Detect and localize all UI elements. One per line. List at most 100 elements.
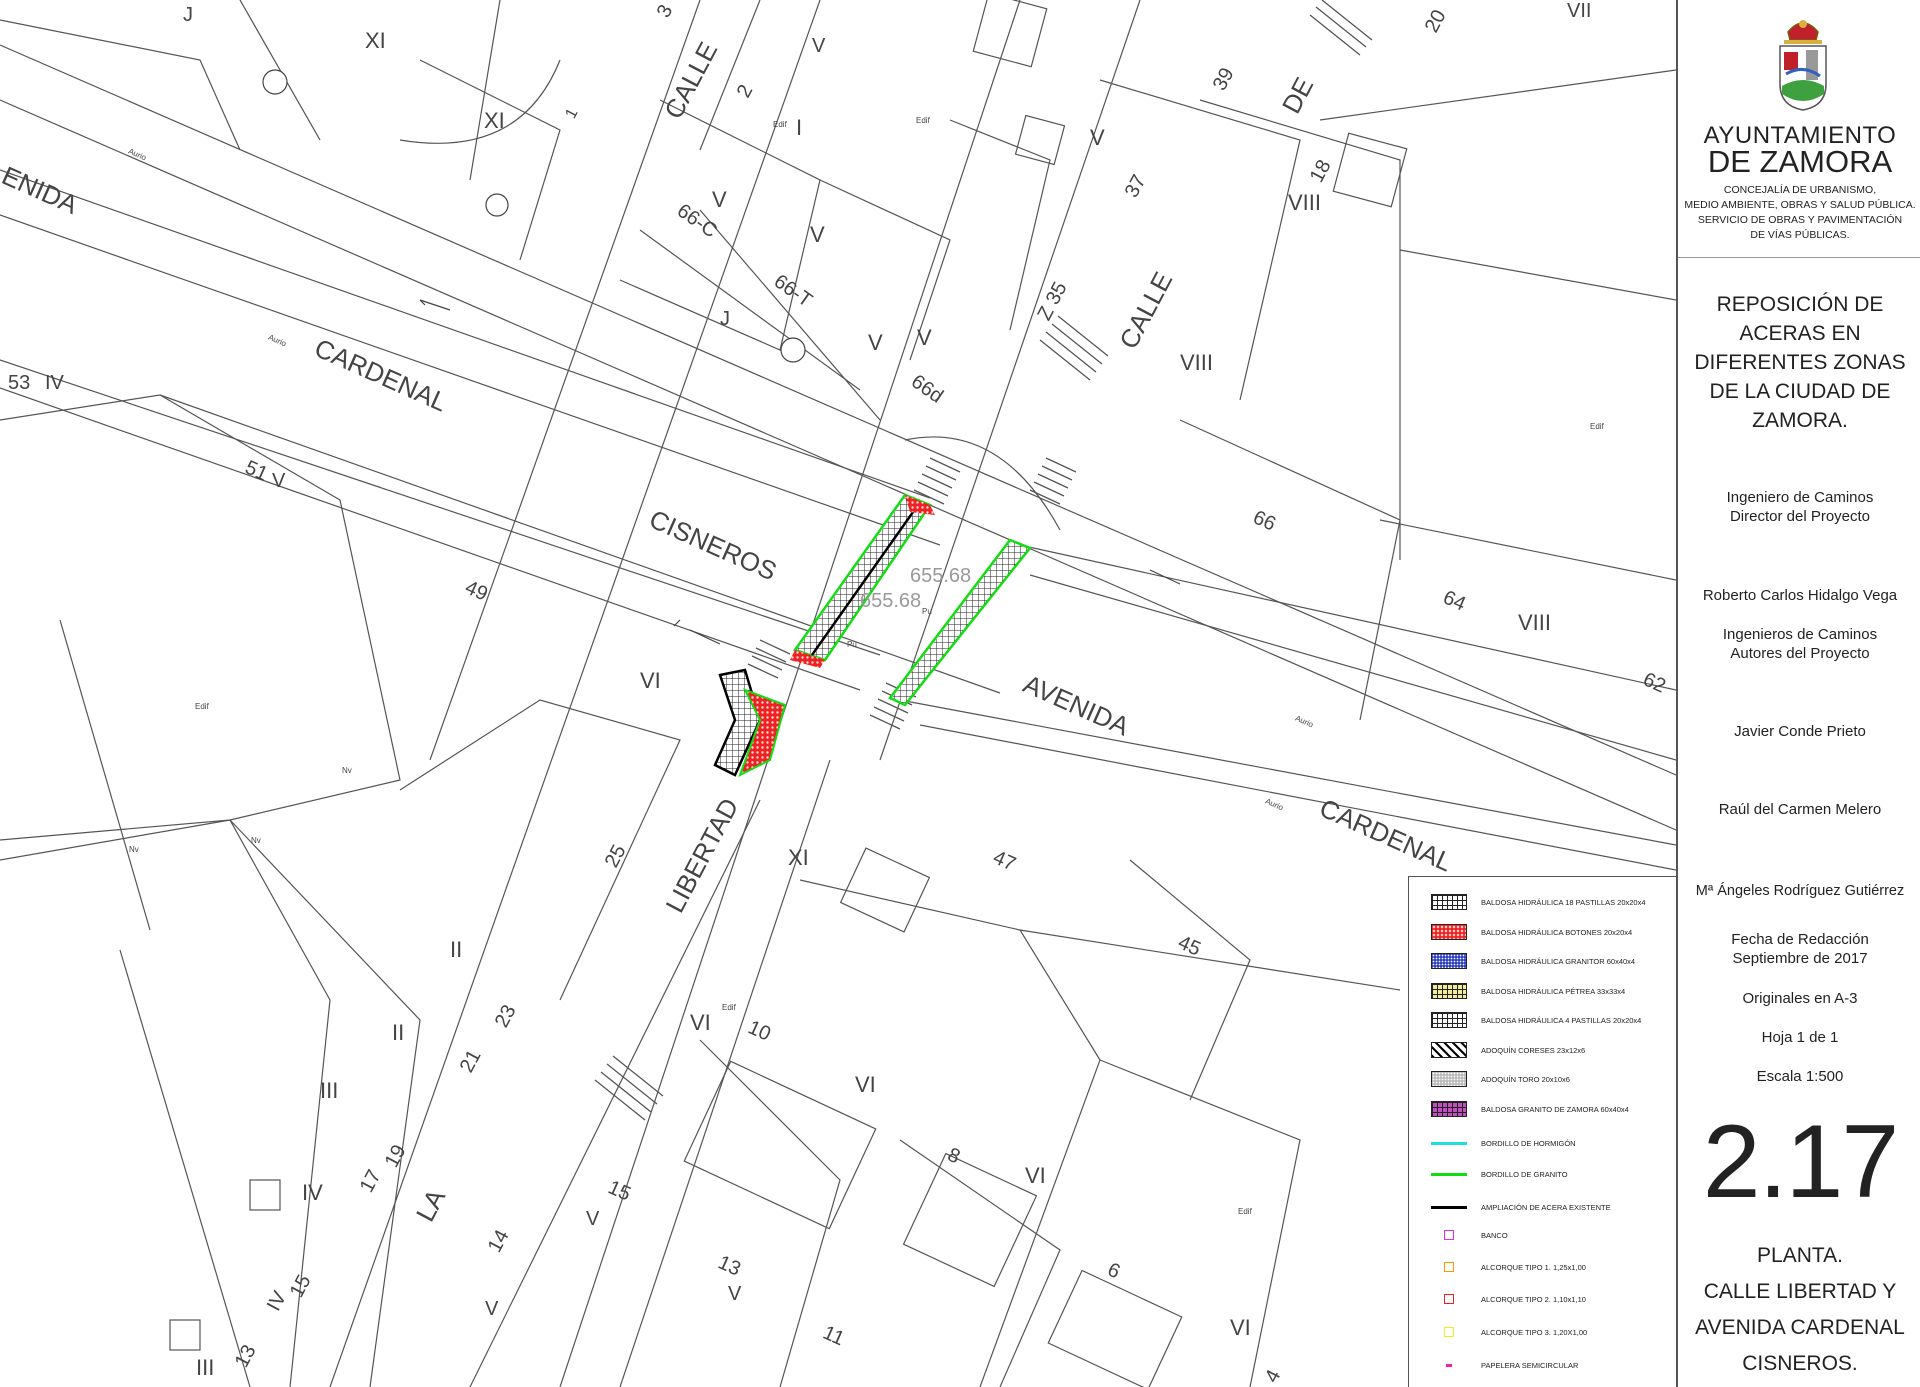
project-title-line: ACERAS EN bbox=[1739, 322, 1861, 345]
legend-dot bbox=[1446, 1363, 1452, 1367]
floors-label: V bbox=[868, 330, 883, 355]
author-name: Raúl del Carmen Melero bbox=[1718, 801, 1882, 818]
floors-label: V bbox=[272, 470, 286, 492]
legend-item: BALDOSA HIDRÁULICA 4 PASTILLAS 20x20x4 bbox=[1431, 1010, 1641, 1030]
floors-label: V bbox=[812, 35, 826, 57]
plan-title-line: CISNEROS. bbox=[1742, 1352, 1858, 1375]
floors-label: IV bbox=[302, 1180, 323, 1205]
plan-title-line: AVENIDA CARDENAL bbox=[1695, 1316, 1905, 1339]
legend-item: BORDILLO DE HORMIGÓN bbox=[1431, 1133, 1576, 1153]
project-title-line: ZAMORA. bbox=[1752, 409, 1848, 432]
legend-item: PAPELERA SEMICIRCULAR bbox=[1431, 1355, 1578, 1375]
small-label: Pu bbox=[847, 640, 857, 649]
small-label: Edif bbox=[722, 1003, 736, 1012]
legend-swatch bbox=[1431, 953, 1467, 969]
small-label: Nv bbox=[251, 836, 261, 845]
department-line: MEDIO AMBIENTE, OBRAS Y SALUD PÚBLICA. bbox=[1684, 199, 1916, 211]
department-line: SERVICIO DE OBRAS Y PAVIMENTACIÓN bbox=[1697, 214, 1903, 226]
legend-item: ALCORQUE TIPO 1. 1,25x1,00 bbox=[1431, 1257, 1586, 1277]
legend-item: BALDOSA GRANITO DE ZAMORA 60x40x4 bbox=[1431, 1099, 1629, 1119]
legend-swatch bbox=[1431, 894, 1467, 910]
floors-label: J bbox=[720, 308, 730, 330]
legend-item: BORDILLO DE GRANITO bbox=[1431, 1164, 1568, 1184]
legend-square bbox=[1444, 1262, 1454, 1272]
plan-title-line: PLANTA. bbox=[1757, 1244, 1843, 1267]
legend-item: BALDOSA HIDRÁULICA GRANITOR 60x40x4 bbox=[1431, 951, 1635, 971]
authors-role: Autores del Proyecto bbox=[1730, 645, 1870, 662]
coat-of-arms-icon bbox=[1779, 20, 1827, 111]
plan-title-line: CALLE LIBERTAD Y bbox=[1703, 1280, 1897, 1303]
legend-item: AMPLIACIÓN DE ACERA EXISTENTE bbox=[1431, 1197, 1611, 1217]
legend: BALDOSA HIDRÁULICA 18 PASTILLAS 20x20x4 B… bbox=[1408, 876, 1676, 1387]
floors-label: II bbox=[392, 1020, 405, 1045]
legend-swatch bbox=[1431, 1101, 1467, 1117]
floors-label: I bbox=[796, 115, 803, 140]
legend-swatch bbox=[1431, 1071, 1467, 1087]
legend-line bbox=[1431, 1141, 1467, 1145]
legend-label: ADOQUÍN CORESES 23x12x6 bbox=[1481, 1045, 1586, 1055]
floors-label: V bbox=[586, 1208, 600, 1230]
floors-label: V bbox=[917, 325, 932, 350]
legend-label: PAPELERA SEMICIRCULAR bbox=[1481, 1360, 1579, 1370]
legend-square bbox=[1444, 1327, 1454, 1337]
legend-square bbox=[1444, 1294, 1454, 1304]
elevation-label: 655.68 bbox=[860, 590, 922, 612]
floors-label: VIII bbox=[1518, 610, 1552, 635]
floors-label: IV bbox=[45, 372, 64, 394]
small-label: Nv bbox=[342, 766, 352, 775]
legend-item: BALDOSA HIDRÁULICA PÉTREA 33x33x4 bbox=[1431, 981, 1625, 1001]
legend-label: BALDOSA GRANITO DE ZAMORA 60x40x4 bbox=[1481, 1104, 1629, 1114]
legend-label: BORDILLO DE GRANITO bbox=[1481, 1169, 1568, 1179]
legend-label: AMPLIACIÓN DE ACERA EXISTENTE bbox=[1481, 1202, 1611, 1212]
department-line: CONCEJALÍA DE URBANISMO, bbox=[1723, 184, 1877, 196]
legend-line bbox=[1431, 1172, 1467, 1176]
floors-label: VI bbox=[855, 1072, 876, 1097]
legend-label: BALDOSA HIDRÁULICA 18 PASTILLAS 20x20x4 bbox=[1481, 897, 1646, 907]
floors-label: V bbox=[810, 222, 825, 247]
project-title-line: DIFERENTES ZONAS bbox=[1694, 351, 1906, 374]
divider bbox=[1678, 257, 1920, 258]
legend-label: BALDOSA HIDRÁULICA 4 PASTILLAS 20x20x4 bbox=[1481, 1015, 1642, 1025]
legend-label: ALCORQUE TIPO 3. 1,20X1,00 bbox=[1481, 1327, 1588, 1337]
floors-label: XI bbox=[365, 28, 386, 53]
legend-square bbox=[1444, 1230, 1454, 1240]
director-role: Ingeniero de Caminos bbox=[1726, 489, 1874, 506]
floors-label: J bbox=[183, 4, 193, 26]
author-name: Javier Conde Prieto bbox=[1734, 723, 1866, 740]
small-label: Nv bbox=[129, 845, 139, 854]
small-label: Edif bbox=[195, 702, 209, 711]
scale-label: Escala 1:500 bbox=[1756, 1068, 1844, 1085]
small-label: Edif bbox=[916, 116, 930, 125]
small-label: Pu bbox=[922, 607, 932, 616]
small-label: Edif bbox=[1238, 1207, 1252, 1216]
legend-item: ADOQUÍN TORO 20x10x6 bbox=[1431, 1069, 1570, 1089]
floors-label: XI bbox=[484, 108, 505, 133]
floors-label: VI bbox=[1230, 1315, 1251, 1340]
legend-item: ALCORQUE TIPO 3. 1,20X1,00 bbox=[1431, 1322, 1587, 1342]
org-name-line2: DE ZAMORA bbox=[1707, 144, 1893, 179]
legend-label: ALCORQUE TIPO 1. 1,25x1,00 bbox=[1481, 1262, 1586, 1272]
sheet-number: Hoja 1 de 1 bbox=[1761, 1029, 1839, 1046]
legend-label: ADOQUÍN TORO 20x10x6 bbox=[1481, 1074, 1570, 1084]
floors-label: VII bbox=[1567, 0, 1592, 22]
floors-label: VI bbox=[640, 668, 661, 693]
floors-label: V bbox=[728, 1283, 742, 1305]
floors-label: VIII bbox=[1180, 350, 1214, 375]
legend-item: BANCO bbox=[1431, 1225, 1508, 1245]
legend-swatch bbox=[1431, 1012, 1467, 1028]
cadastral-map: CARDENAL CISNEROS AVENIDA CARDENAL LIBER… bbox=[0, 0, 1676, 1387]
floors-label: III bbox=[196, 1355, 215, 1380]
floors-label: V bbox=[485, 1298, 499, 1320]
legend-swatch bbox=[1431, 983, 1467, 999]
floors-label: VI bbox=[1025, 1163, 1046, 1188]
authors-role: Ingenieros de Caminos bbox=[1722, 626, 1878, 643]
legend-label: BORDILLO DE HORMIGÓN bbox=[1481, 1138, 1576, 1148]
elevation-label: 655.68 bbox=[910, 565, 972, 587]
legend-item: BALDOSA HIDRÁULICA BOTONES 20x20x4 bbox=[1431, 922, 1632, 942]
small-label: Edif bbox=[1590, 422, 1604, 431]
legend-item: ADOQUÍN CORESES 23x12x6 bbox=[1431, 1040, 1585, 1060]
legend-label: BALDOSA HIDRÁULICA BOTONES 20x20x4 bbox=[1481, 927, 1633, 937]
floors-label: XI bbox=[788, 845, 809, 870]
legend-label: BALDOSA HIDRÁULICA PÉTREA 33x33x4 bbox=[1481, 986, 1626, 996]
plan-number: 2.17 bbox=[1702, 1104, 1899, 1220]
